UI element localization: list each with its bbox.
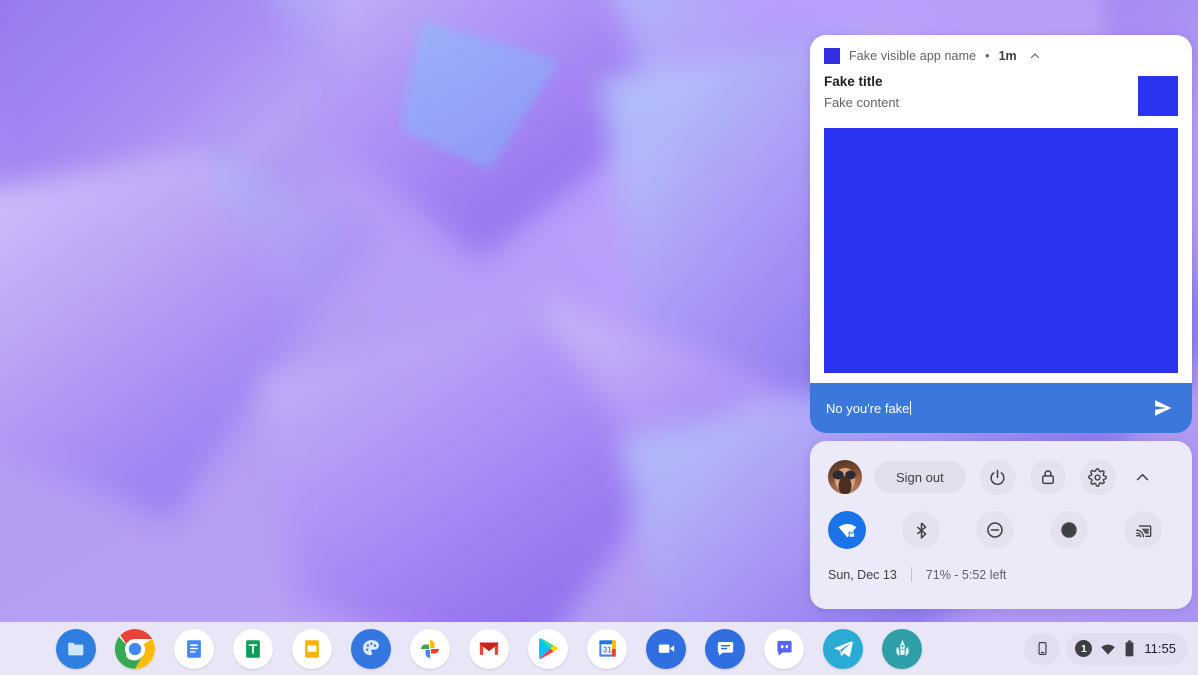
sign-out-button[interactable]: Sign out (874, 461, 966, 493)
shelf-status-area: 1 11:55 (1024, 633, 1188, 665)
notification-title: Fake title (824, 72, 1138, 91)
gear-icon[interactable] (1080, 459, 1116, 495)
quick-setting-do-not-disturb[interactable] (976, 511, 1014, 549)
shelf-item-play-store[interactable] (528, 629, 568, 669)
shelf-item-gmail[interactable] (469, 629, 509, 669)
shelf-item-docs[interactable] (174, 629, 214, 669)
phone-icon[interactable] (1024, 633, 1060, 665)
shelf-item-canvas[interactable] (351, 629, 391, 669)
shelf-item-slides[interactable] (292, 629, 332, 669)
notification-header: Fake visible app name • 1m (810, 35, 1192, 70)
shelf-item-sheets[interactable] (233, 629, 273, 669)
lock-icon[interactable] (1030, 459, 1066, 495)
text-caret (910, 401, 911, 415)
notification-body: Fake title Fake content (810, 70, 1192, 128)
notification-image (824, 128, 1178, 373)
quick-setting-bluetooth[interactable] (902, 511, 940, 549)
quick-setting-wifi[interactable] (828, 511, 866, 549)
app-icon (824, 48, 840, 64)
shelf-item-pen-app[interactable] (882, 629, 922, 669)
tray-battery-status[interactable]: 71% - 5:52 left (926, 568, 1007, 582)
notification-thumbnail (1138, 76, 1178, 116)
notification-timestamp: 1m (999, 49, 1017, 63)
clock: 11:55 (1144, 641, 1176, 656)
shelf-item-files[interactable] (56, 629, 96, 669)
tray-top-row: Sign out (828, 455, 1174, 499)
notification-separator: • (985, 49, 989, 63)
chevron-up-icon[interactable] (1029, 50, 1041, 62)
quick-setting-night-light[interactable] (1050, 511, 1088, 549)
quick-setting-cast[interactable] (1124, 511, 1162, 549)
shelf-item-messages[interactable] (705, 629, 745, 669)
avatar[interactable] (828, 460, 862, 494)
shelf-item-calendar[interactable]: 31 (587, 629, 627, 669)
system-tray-panel[interactable]: Sign out (810, 441, 1192, 609)
shelf-item-photos[interactable] (410, 629, 450, 669)
reply-input[interactable]: No you're fake (826, 401, 1150, 416)
notification-content: Fake content (824, 93, 1138, 113)
notification-card[interactable]: Fake visible app name • 1m Fake title Fa… (810, 35, 1192, 387)
reply-input-value: No you're fake (826, 401, 909, 416)
shelf-app-list: 31 (56, 629, 941, 669)
sign-out-label: Sign out (896, 470, 944, 485)
send-icon[interactable] (1150, 395, 1176, 421)
quick-settings-row (828, 511, 1174, 549)
notification-app-name: Fake visible app name (849, 49, 976, 63)
shelf-item-meet[interactable] (646, 629, 686, 669)
notification-reply-bar[interactable]: No you're fake (810, 383, 1192, 433)
divider (911, 567, 912, 582)
power-icon[interactable] (980, 459, 1016, 495)
wifi-icon (1100, 641, 1116, 657)
tray-date[interactable]: Sun, Dec 13 (828, 568, 897, 582)
battery-icon (1124, 640, 1135, 657)
status-tray-button[interactable]: 1 11:55 (1066, 633, 1188, 665)
notification-count-badge: 1 (1075, 640, 1092, 657)
tray-collapse-chevron-up-icon[interactable] (1128, 462, 1158, 492)
svg-text:31: 31 (602, 646, 611, 655)
shelf-item-discord[interactable] (764, 629, 804, 669)
shelf: 31 1 (0, 622, 1198, 675)
tray-footer: Sun, Dec 13 71% - 5:52 left (828, 567, 1174, 582)
shelf-item-telegram[interactable] (823, 629, 863, 669)
shelf-item-chrome[interactable] (115, 629, 155, 669)
